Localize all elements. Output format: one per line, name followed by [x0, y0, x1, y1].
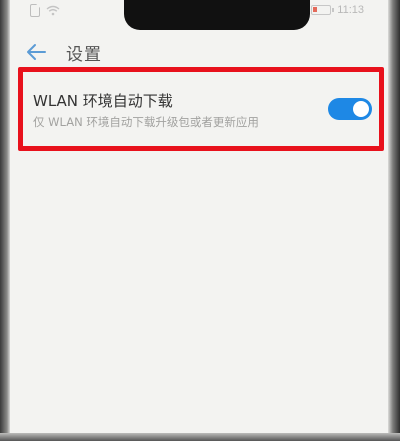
- battery-icon: [311, 5, 335, 15]
- setting-title: WLAN 环境自动下载: [33, 92, 173, 110]
- device-bezel-right: [388, 0, 400, 441]
- phone-screen: 11:13 设置 WLAN 环境自动下载 仅 WLAN 环境自动下载升级包或者更…: [0, 0, 400, 441]
- setting-row-wlan-auto-download[interactable]: WLAN 环境自动下载 仅 WLAN 环境自动下载升级包或者更新应用: [18, 67, 384, 151]
- status-left: [30, 4, 60, 17]
- wlan-auto-download-toggle[interactable]: [328, 98, 372, 120]
- toggle-knob: [353, 101, 369, 117]
- page-title: 设置: [66, 44, 102, 65]
- status-right: 11:13: [311, 4, 364, 16]
- wifi-icon: [46, 5, 60, 16]
- sim-card-icon: [30, 4, 40, 17]
- device-bottom-edge: [0, 433, 400, 441]
- status-time: 11:13: [337, 4, 364, 16]
- arrow-left-icon[interactable]: [24, 40, 48, 64]
- app-header: 设置: [24, 36, 102, 68]
- camera-notch: [124, 0, 310, 30]
- device-bezel-left: [0, 0, 10, 441]
- setting-description: 仅 WLAN 环境自动下载升级包或者更新应用: [33, 115, 259, 129]
